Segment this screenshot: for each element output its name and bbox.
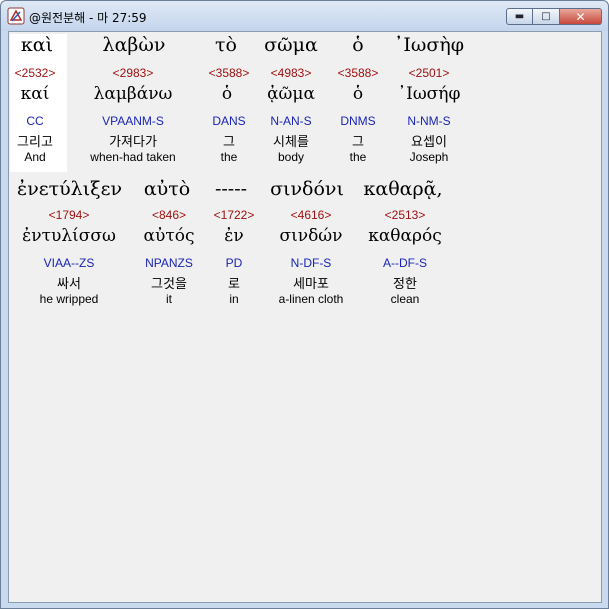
strongs-number[interactable]: <4616> — [261, 208, 361, 222]
morphology-code[interactable]: N-NM-S — [379, 114, 479, 128]
bible-app-icon — [7, 7, 25, 25]
korean-gloss: 세마포 — [293, 277, 329, 292]
morphology-code[interactable]: N-DF-S — [261, 256, 361, 270]
window-controls: ▬ □ ✕ — [506, 8, 602, 26]
english-gloss: clean — [390, 292, 420, 306]
korean-gloss: 싸서 — [57, 277, 81, 292]
strongs-number[interactable]: <2532> — [0, 66, 85, 80]
greek-word[interactable]: σινδόνι — [257, 178, 357, 200]
window-title: @원전분해 - 마 27:59 — [29, 11, 147, 25]
app-window: @원전분해 - 마 27:59 ▬ □ ✕ καὶ λαβὼν τὸ σῶμα … — [0, 0, 609, 609]
lemma-word[interactable]: σινδών — [261, 226, 361, 246]
maximize-button[interactable]: □ — [533, 8, 560, 25]
lemma-word[interactable]: καί — [0, 84, 85, 104]
lemma-word[interactable]: ἐντυλίσσω — [19, 226, 119, 246]
minimize-button[interactable]: ▬ — [506, 8, 533, 25]
morphology-code[interactable]: A--DF-S — [355, 256, 455, 270]
close-icon: ✕ — [575, 9, 586, 24]
korean-gloss: 정한 — [393, 277, 417, 292]
maximize-icon: □ — [541, 10, 551, 22]
lemma-word[interactable]: καθαρός — [355, 226, 455, 246]
english-gloss: he wripped — [39, 292, 99, 306]
english-gloss: Joseph — [409, 150, 449, 164]
korean-gloss: 가져다가 — [109, 135, 157, 150]
greek-word[interactable]: καὶ — [0, 34, 87, 56]
morphology-code[interactable]: CC — [0, 114, 85, 128]
greek-word[interactable]: καθαρᾷ, — [353, 178, 453, 200]
english-gloss: when-had taken — [90, 150, 176, 164]
strongs-number[interactable]: <2501> — [379, 66, 479, 80]
lemma-word[interactable]: λαμβάνω — [83, 84, 183, 104]
morphology-code[interactable]: VPAANM-S — [83, 114, 183, 128]
minimize-icon: ▬ — [514, 10, 525, 22]
interlinear-panel[interactable]: καὶ λαβὼν τὸ σῶμα ὁ ᾿Ιωσὴφ <2532> <2983>… — [8, 31, 602, 603]
greek-word[interactable]: ἐνετύλιξεν — [17, 178, 122, 200]
strongs-number[interactable]: <2513> — [355, 208, 455, 222]
morphology-code[interactable]: VIAA--ZS — [19, 256, 119, 270]
english-gloss: And — [24, 150, 46, 164]
greek-word[interactable]: λαβὼν — [84, 34, 184, 56]
korean-gloss: 그리고 — [17, 135, 53, 150]
strongs-number[interactable]: <1794> — [19, 208, 119, 222]
lemma-word[interactable]: ᾿Ιωσήφ — [379, 84, 479, 104]
english-gloss: a-linen cloth — [278, 292, 344, 306]
greek-word[interactable]: ᾿Ιωσὴφ — [379, 34, 479, 56]
title-bar[interactable]: @원전분해 - 마 27:59 ▬ □ ✕ — [1, 1, 608, 31]
strongs-number[interactable]: <2983> — [83, 66, 183, 80]
korean-gloss: 요셉이 — [411, 135, 447, 150]
close-button[interactable]: ✕ — [560, 8, 602, 25]
